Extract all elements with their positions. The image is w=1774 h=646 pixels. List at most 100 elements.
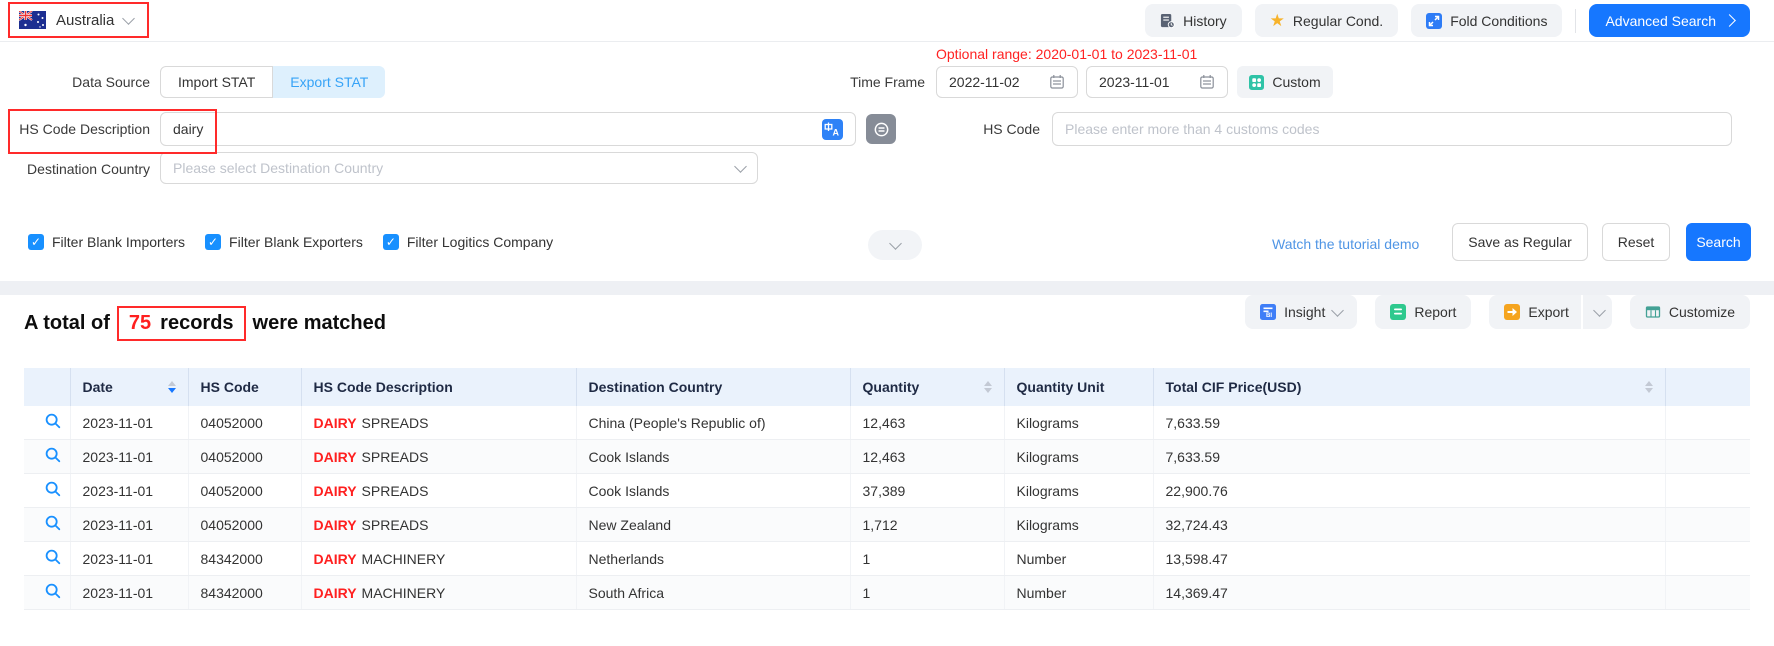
destination-select[interactable]: Please select Destination Country: [160, 152, 758, 184]
cell-destination: South Africa: [576, 576, 850, 610]
data-source-toggle: Import STAT Export STAT: [160, 66, 385, 98]
cell-hs-desc: DAIRYSPREADS: [301, 474, 576, 508]
collapse-conditions-button[interactable]: [868, 230, 922, 260]
record-count: 75: [129, 312, 151, 335]
date-start-input[interactable]: 2022-11-02: [936, 66, 1078, 98]
tutorial-demo-link[interactable]: Watch the tutorial demo: [1272, 236, 1419, 252]
save-as-regular-button[interactable]: Save as Regular: [1452, 223, 1588, 261]
header-date[interactable]: Date: [70, 368, 188, 406]
cell-quantity: 1,712: [850, 508, 1004, 542]
export-button[interactable]: Export: [1489, 295, 1611, 329]
filter-blank-importers-label: Filter Blank Importers: [52, 234, 185, 250]
cell-empty: [1665, 576, 1750, 610]
filter-logistics-company-label: Filter Logitics Company: [407, 234, 553, 250]
advanced-search-button[interactable]: Advanced Search: [1589, 4, 1750, 37]
table-row: 2023-11-01 04052000 DAIRYSPREADS China (…: [24, 406, 1750, 440]
magnifier-icon: [44, 582, 62, 600]
insight-icon: BI: [1260, 304, 1276, 320]
cell-date: 2023-11-01: [70, 474, 188, 508]
filter-logistics-company-checkbox[interactable]: ✓ Filter Logitics Company: [383, 234, 553, 250]
cell-hs-desc: DAIRYMACHINERY: [301, 542, 576, 576]
cell-hs-desc: DAIRYSPREADS: [301, 508, 576, 542]
chevron-down-icon[interactable]: [1593, 304, 1606, 317]
cell-quantity: 12,463: [850, 406, 1004, 440]
report-label: Report: [1414, 304, 1456, 320]
cell-hs-desc: DAIRYMACHINERY: [301, 576, 576, 610]
insight-button[interactable]: BI Insight: [1245, 295, 1357, 329]
cell-hs-desc: DAIRYSPREADS: [301, 406, 576, 440]
filter-blank-importers-checkbox[interactable]: ✓ Filter Blank Importers: [28, 234, 185, 250]
filter-checkboxes: ✓ Filter Blank Importers ✓ Filter Blank …: [28, 234, 553, 250]
cell-hs-code: 84342000: [188, 576, 301, 610]
export-stat-option[interactable]: Export STAT: [273, 66, 385, 98]
row-detail-button[interactable]: [24, 508, 70, 542]
custom-label: Custom: [1272, 74, 1320, 90]
row-detail-button[interactable]: [24, 474, 70, 508]
table-row: 2023-11-01 04052000 DAIRYSPREADS New Zea…: [24, 508, 1750, 542]
cell-quantity-unit: Kilograms: [1004, 440, 1153, 474]
cell-hs-desc: DAIRYSPREADS: [301, 440, 576, 474]
date-end-input[interactable]: 2023-11-01: [1086, 66, 1228, 98]
table-row: 2023-11-01 04052000 DAIRYSPREADS Cook Is…: [24, 474, 1750, 508]
cell-hs-code: 84342000: [188, 542, 301, 576]
search-button[interactable]: Search: [1686, 223, 1751, 261]
insight-label: Insight: [1284, 304, 1325, 320]
cell-quantity-unit: Number: [1004, 542, 1153, 576]
history-button[interactable]: History: [1145, 4, 1242, 37]
row-detail-button[interactable]: [24, 406, 70, 440]
chevron-down-icon: [122, 12, 135, 25]
header-hs-desc: HS Code Description: [301, 368, 576, 406]
svg-text:BI: BI: [1266, 313, 1272, 319]
row-detail-button[interactable]: [24, 440, 70, 474]
report-button[interactable]: Report: [1375, 295, 1471, 329]
cell-quantity-unit: Kilograms: [1004, 474, 1153, 508]
header-destination: Destination Country: [576, 368, 850, 406]
divider: [1581, 295, 1583, 329]
results-actions: BI Insight Report Export: [1245, 295, 1750, 329]
sort-icon[interactable]: [168, 381, 176, 393]
cell-date: 2023-11-01: [70, 576, 188, 610]
calendar-icon: [1199, 74, 1215, 90]
sort-icon[interactable]: [984, 381, 992, 393]
customize-icon: [1645, 304, 1661, 320]
customize-button[interactable]: Customize: [1630, 295, 1750, 329]
import-stat-option[interactable]: Import STAT: [160, 66, 273, 98]
svg-text:A: A: [833, 127, 840, 137]
history-icon: [1160, 13, 1175, 28]
cell-empty: [1665, 542, 1750, 576]
custom-range-button[interactable]: Custom: [1237, 66, 1333, 98]
data-source-label: Data Source: [0, 74, 150, 90]
filter-blank-exporters-checkbox[interactable]: ✓ Filter Blank Exporters: [205, 234, 363, 250]
australia-flag-icon: [19, 11, 46, 29]
translate-icon[interactable]: A: [822, 119, 843, 140]
custom-icon: [1249, 75, 1264, 90]
regular-cond-button[interactable]: ★ Regular Cond.: [1255, 4, 1399, 37]
cell-total-cif: 7,633.59: [1153, 440, 1665, 474]
header-quantity[interactable]: Quantity: [850, 368, 1004, 406]
row-detail-button[interactable]: [24, 542, 70, 576]
advanced-search-label: Advanced Search: [1605, 13, 1716, 29]
fold-icon: [1426, 13, 1442, 29]
cell-total-cif: 32,724.43: [1153, 508, 1665, 542]
cell-empty: [1665, 440, 1750, 474]
country-selector[interactable]: Australia: [8, 2, 149, 38]
date-start-value: 2022-11-02: [949, 74, 1020, 90]
header-total-cif[interactable]: Total CIF Price(USD): [1153, 368, 1665, 406]
sort-icon[interactable]: [1645, 381, 1653, 393]
fold-conditions-button[interactable]: Fold Conditions: [1411, 4, 1562, 37]
destination-label: Destination Country: [0, 161, 150, 177]
checkbox-checked-icon: ✓: [205, 234, 221, 250]
hs-desc-input[interactable]: dairy A: [160, 112, 856, 146]
row-detail-button[interactable]: [24, 576, 70, 610]
header-quantity-unit: Quantity Unit: [1004, 368, 1153, 406]
topbar: Australia History ★ Regular Cond.: [0, 0, 1774, 42]
regular-cond-label: Regular Cond.: [1293, 13, 1383, 29]
checkbox-checked-icon: ✓: [28, 234, 44, 250]
hs-code-input[interactable]: [1052, 112, 1732, 146]
fold-conditions-label: Fold Conditions: [1450, 13, 1547, 29]
checkbox-checked-icon: ✓: [383, 234, 399, 250]
header-hs-code: HS Code: [188, 368, 301, 406]
star-icon: ★: [1270, 12, 1285, 29]
magnifier-icon: [44, 548, 62, 566]
reset-button[interactable]: Reset: [1602, 223, 1670, 261]
